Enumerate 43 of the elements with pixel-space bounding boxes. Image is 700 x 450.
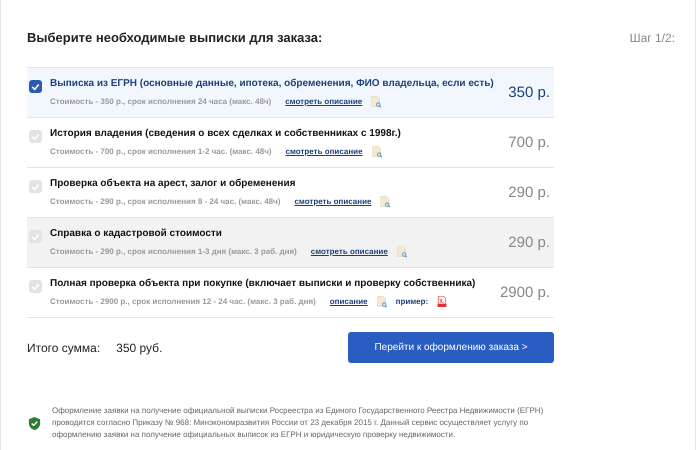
option-details: Стоимость - 2900 р., срок исполнения 12 - 24 час. (макс. 3 раб. дня): [50, 296, 316, 306]
checkbox[interactable]: [29, 180, 42, 193]
option-row[interactable]: Выписка из ЕГРН (основные данные, ипотека, обременения, ФИО владельца, если есть) Стоимость - 350 р., срок исполнения 24 часа (макс. 48ч) смотреть описание 350 р.: [27, 68, 554, 118]
shield-check-icon: [27, 414, 42, 432]
option-row[interactable]: История владения (сведения о всех сделках и собственниках с 1998г.) Стоимость - 700 р., срок исполнения 1-2 час. (макс. 48ч) смотреть описание 700 р.: [27, 118, 554, 168]
description-link[interactable]: смотреть описание: [286, 146, 363, 156]
option-row[interactable]: Справка о кадастровой стоимости Стоимость - 290 р., срок исполнения 1-3 дня (макс. 3 раб. дня) смотреть описание 290 р.: [27, 218, 554, 268]
checkout-button[interactable]: Перейти к оформлению заказа >: [348, 332, 554, 363]
option-title: Выписка из ЕГРН (основные данные, ипотека, обременения, ФИО владельца, если есть): [50, 78, 495, 88]
document-search-icon: [379, 194, 392, 208]
checkbox[interactable]: [29, 80, 42, 93]
document-search-icon: [396, 244, 408, 258]
section-heading: Выберите необходимые выписки для заказа:: [27, 30, 322, 45]
checkbox[interactable]: [29, 130, 42, 143]
option-row[interactable]: Полная проверка объекта при покупке (включает выписки и проверку собственника) Стоимость - 2900 р., срок исполнения 12 - 24 час. (макс. 3 раб. дня) описание пример: 2900 р.: [27, 268, 554, 318]
option-title: Полная проверка объекта при покупке (включает выписки и проверку собственника): [50, 278, 476, 288]
description-link[interactable]: смотреть описание: [310, 246, 388, 256]
example-label: пример:: [396, 296, 428, 306]
option-price: 350 р.: [508, 84, 551, 101]
description-link[interactable]: смотреть описание: [294, 196, 372, 206]
pdf-icon: [436, 294, 448, 308]
description-link[interactable]: описание: [330, 296, 368, 306]
option-details: Стоимость - 290 р., срок исполнения 1-3 дня (макс. 3 раб. дня): [50, 246, 297, 256]
document-search-icon: [370, 144, 383, 158]
option-price: 700 р.: [508, 134, 551, 151]
legal-note: Оформление заявки на получение официальной выписки Росреестра из Единого Государственного Реестра Недвижимости (ЕГРН) проводится согласно Приказу № 968: Минэкономразвития России от 23 декабря 2015 г. Данный сервис осуществляет услугу по оформлению заявки на получение официальных выписок из ЕГРН и юридическую проверку недвижимости.: [52, 405, 544, 441]
option-price: 2900 р.: [500, 284, 551, 301]
document-search-icon: [376, 294, 388, 308]
option-price: 290 р.: [508, 234, 551, 251]
description-link[interactable]: смотреть описание: [285, 96, 362, 106]
option-title: Справка о кадастровой стоимости: [50, 228, 223, 238]
total-value: 350 руб.: [116, 340, 164, 354]
step-indicator: Шаг 1/2:: [630, 31, 675, 45]
option-details: Стоимость - 350 р., срок исполнения 24 часа (макс. 48ч): [50, 96, 272, 106]
document-search-icon: [370, 94, 382, 108]
option-details: Стоимость - 290 р., срок исполнения 8 - 24 час. (макс. 48ч): [50, 196, 280, 206]
option-price: 290 р.: [508, 184, 551, 201]
option-details: Стоимость - 700 р., срок исполнения 1-2 час. (макс. 48ч): [50, 146, 272, 156]
option-title: Проверка объекта на арест, залог и обременения: [50, 178, 296, 188]
checkbox[interactable]: [29, 280, 42, 293]
total-label: Итого сумма:: [27, 340, 100, 354]
option-title: История владения (сведения о всех сделках и собственниках с 1998г.): [50, 128, 402, 138]
checkbox[interactable]: [29, 230, 42, 243]
